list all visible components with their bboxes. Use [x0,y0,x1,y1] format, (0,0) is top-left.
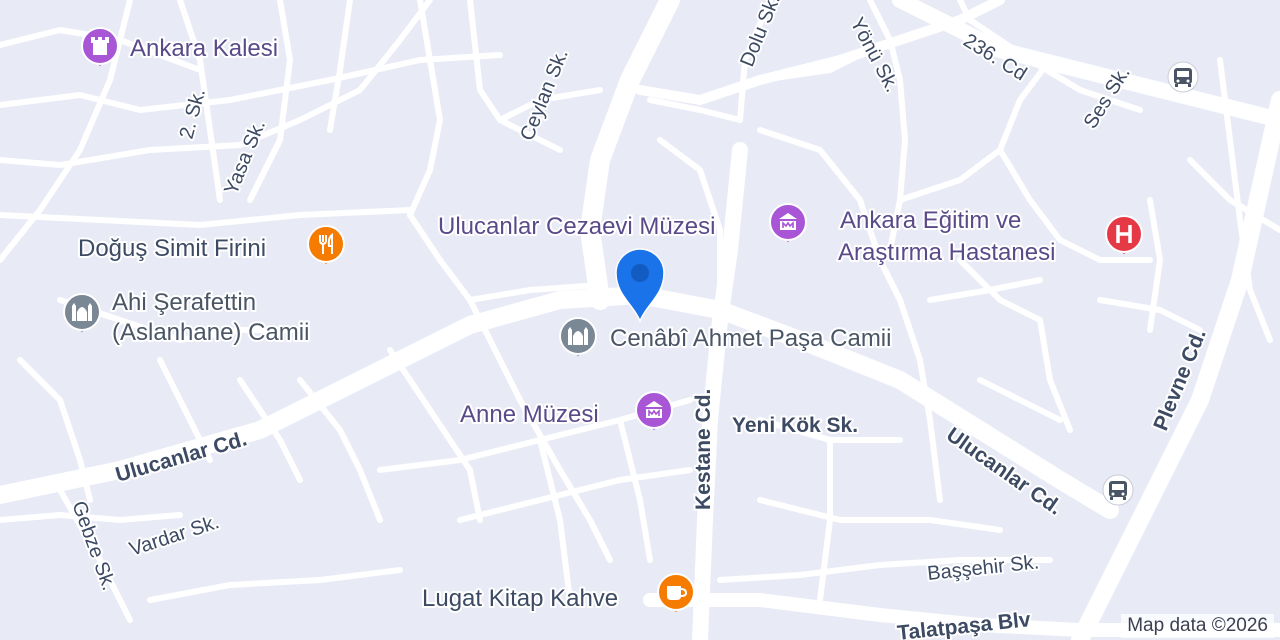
map-attribution: Map data ©2026 [1121,614,1274,638]
poi-label-ahi-line1: Ahi Şerafettin [112,289,256,316]
street-label-yeni-kok: Yeni Kök Sk. [732,414,858,437]
bus-stop-icon[interactable] [1102,474,1134,506]
poi-label-lugat: Lugat Kitap Kahve [422,585,618,612]
poi-label-cenabi: Cenâbî Ahmet Paşa Camii [610,325,891,352]
poi-label-ahi-line2: (Aslanhane) Camii [112,319,309,346]
poi-label-ulucanlar-muzesi: Ulucanlar Cezaevi Müzesi [438,213,715,240]
poi-label-anne-muzesi: Anne Müzesi [460,401,599,428]
poi-label-dogus-simit: Doğuş Simit Firini [78,235,266,262]
poi-label-hastane-line1: Ankara Eğitim ve [840,207,1021,234]
poi-label-ankara-kalesi: Ankara Kalesi [130,35,278,62]
poi-label-hastane-line2: Araştırma Hastanesi [838,239,1055,266]
bus-stop-icon[interactable] [1167,61,1199,93]
map-canvas[interactable]: Ceylan Sk. Dolu Sk. Yönü Sk. 236. Cd Ses… [0,0,1280,640]
street-label-kestane: Kestane Cd. [692,389,715,510]
